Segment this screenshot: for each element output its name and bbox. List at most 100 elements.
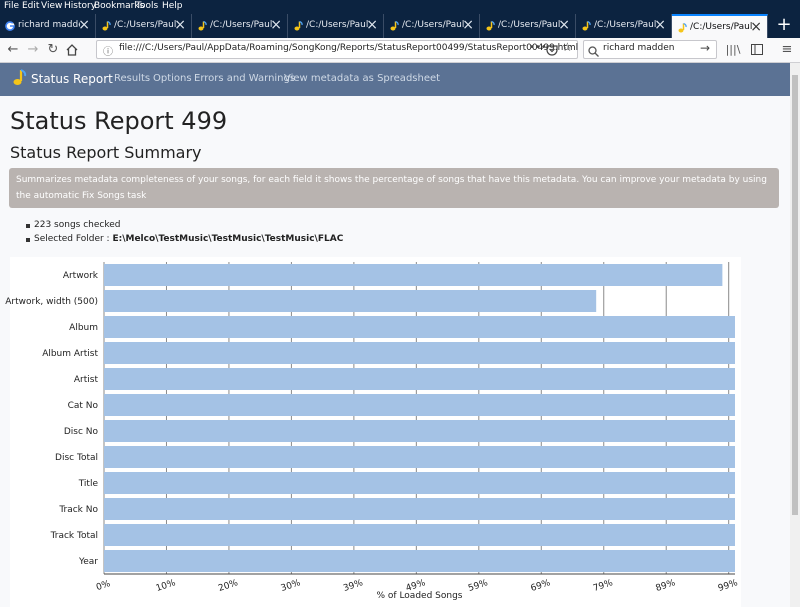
songkong-icon [581,20,591,31]
bar [104,342,735,364]
hamburger-icon: ≡ [781,42,793,57]
bar [104,498,735,520]
scrollbar-thumb[interactable] [792,75,798,515]
songkong-logo-icon [13,69,27,85]
bar [104,524,735,546]
url-text[interactable]: file:///C:/Users/Paul/AppData/Roaming/So… [119,43,578,53]
google-icon [5,21,15,31]
close-tab-icon[interactable]: × [750,19,762,35]
browser-tab[interactable]: /C:/Users/Paul/Ap× [480,14,576,38]
bookmark-star-icon[interactable]: ☆ [562,40,573,54]
bar [104,316,735,338]
search-icon [588,42,599,61]
menu-edit[interactable]: Edit [22,1,39,11]
home-button[interactable] [63,41,81,59]
category-label: Album Artist [42,349,98,359]
browser-tab[interactable]: /C:/Users/Paul/Ap× [576,14,672,38]
page-actions-button[interactable]: ••• [529,42,547,53]
tab-label: /C:/Users/Paul/Ap [594,20,656,30]
browser-tab[interactable]: /C:/Users/Paul/Ap× [384,14,480,38]
bar [104,550,735,572]
menu-help[interactable]: Help [162,1,183,11]
songkong-icon [293,20,303,31]
browser-tab[interactable]: /C:/Users/Paul/Ap× [672,14,768,38]
nav-errors-warnings[interactable]: Errors and Warnings [194,73,295,84]
back-arrow-icon: ← [7,42,19,57]
reload-button[interactable]: ↻ [44,41,62,59]
menu-file[interactable]: File [4,1,19,11]
tab-label: /C:/Users/Paul/Ap [306,20,368,30]
tab-label: /C:/Users/Paul/Ap [114,20,176,30]
bar [104,472,735,494]
folder-label: Selected Folder : [34,234,113,244]
metadata-completeness-chart: Artwork Artwork, width (500) Album Album Ar… [5,257,741,607]
browser-tab[interactable]: richard madden - G× [0,14,96,38]
bar [104,394,735,416]
category-label: Year [78,557,98,567]
browser-tab[interactable]: /C:/Users/Paul/Ap× [288,14,384,38]
new-tab-button[interactable]: + [768,14,800,38]
close-tab-icon[interactable]: × [174,17,186,33]
nav-metadata-spreadsheet[interactable]: View metadata as Spreadsheet [284,73,440,84]
forward-button[interactable]: → [24,41,42,59]
category-label: Artwork, width (500) [5,297,98,307]
close-tab-icon[interactable]: × [366,17,378,33]
songs-checked: 223 songs checked [34,220,121,230]
library-button[interactable]: |||\ [724,41,742,59]
close-tab-icon[interactable]: × [78,17,90,33]
app-header: Status Report Results Options Errors and… [0,63,790,96]
browser-tab[interactable]: /C:/Users/Paul/Ap× [192,14,288,38]
menu-view[interactable]: View [41,1,62,11]
bar [104,446,735,468]
category-label: Disc Total [55,453,98,463]
category-label: Title [78,479,99,489]
info-text: Summarizes metadata completeness of your… [16,175,767,201]
tab-label: /C:/Users/Paul/Ap [498,20,560,30]
nav-options[interactable]: Options [153,73,192,84]
page-content: Status Report Results Options Errors and… [0,63,790,607]
tab-label: /C:/Users/Paul/Ap [210,20,272,30]
category-label: Cat No [68,401,99,411]
page-subtitle: Status Report Summary [10,143,202,162]
selected-folder: Selected Folder : E:\Melco\TestMusic\Tes… [34,234,343,244]
search-go-icon[interactable]: → [700,41,710,55]
search-input[interactable]: richard madden [603,43,674,53]
close-tab-icon[interactable]: × [558,17,570,33]
tab-label: /C:/Users/Paul/Ap [402,20,464,30]
bar [104,290,597,312]
bullet-marker [26,238,30,242]
menu-bar: File Edit View History Bookmarks Tools H… [0,0,800,14]
pocket-icon[interactable] [546,41,558,60]
close-tab-icon[interactable]: × [654,17,666,33]
menu-button[interactable]: ≡ [778,41,796,59]
bullet-marker [26,224,30,228]
sidebar-icon [751,44,763,55]
songkong-icon [677,22,687,33]
browser-tab[interactable]: /C:/Users/Paul/Ap× [96,14,192,38]
category-label: Artwork [63,271,99,281]
tab-label: richard madden - G [18,20,80,30]
songkong-icon [485,20,495,31]
folder-path: E:\Melco\TestMusic\TestMusic\TestMusic\F… [112,234,344,244]
forward-arrow-icon: → [27,42,39,57]
x-axis-title: % of Loaded Songs [377,591,463,601]
back-button[interactable]: ← [4,41,22,59]
tab-strip: richard madden - G×/C:/Users/Paul/Ap×/C:… [0,14,800,38]
category-label: Artist [74,375,99,385]
app-title[interactable]: Status Report [31,72,113,86]
category-label: Disc No [64,427,99,437]
close-tab-icon[interactable]: × [462,17,474,33]
reload-icon: ↻ [47,42,59,57]
sidebar-button[interactable] [748,41,766,59]
nav-results[interactable]: Results [114,73,150,84]
bar [104,420,735,442]
menu-history[interactable]: History [64,1,96,11]
category-label: Album [69,323,98,333]
tab-label: /C:/Users/Paul/Ap [690,22,752,32]
category-label: Track No [58,505,98,515]
menu-tools[interactable]: Tools [136,1,158,11]
info-icon[interactable]: ⓘ [103,43,113,58]
home-icon [66,44,78,56]
close-tab-icon[interactable]: × [270,17,282,33]
category-label: Track Total [50,531,98,541]
